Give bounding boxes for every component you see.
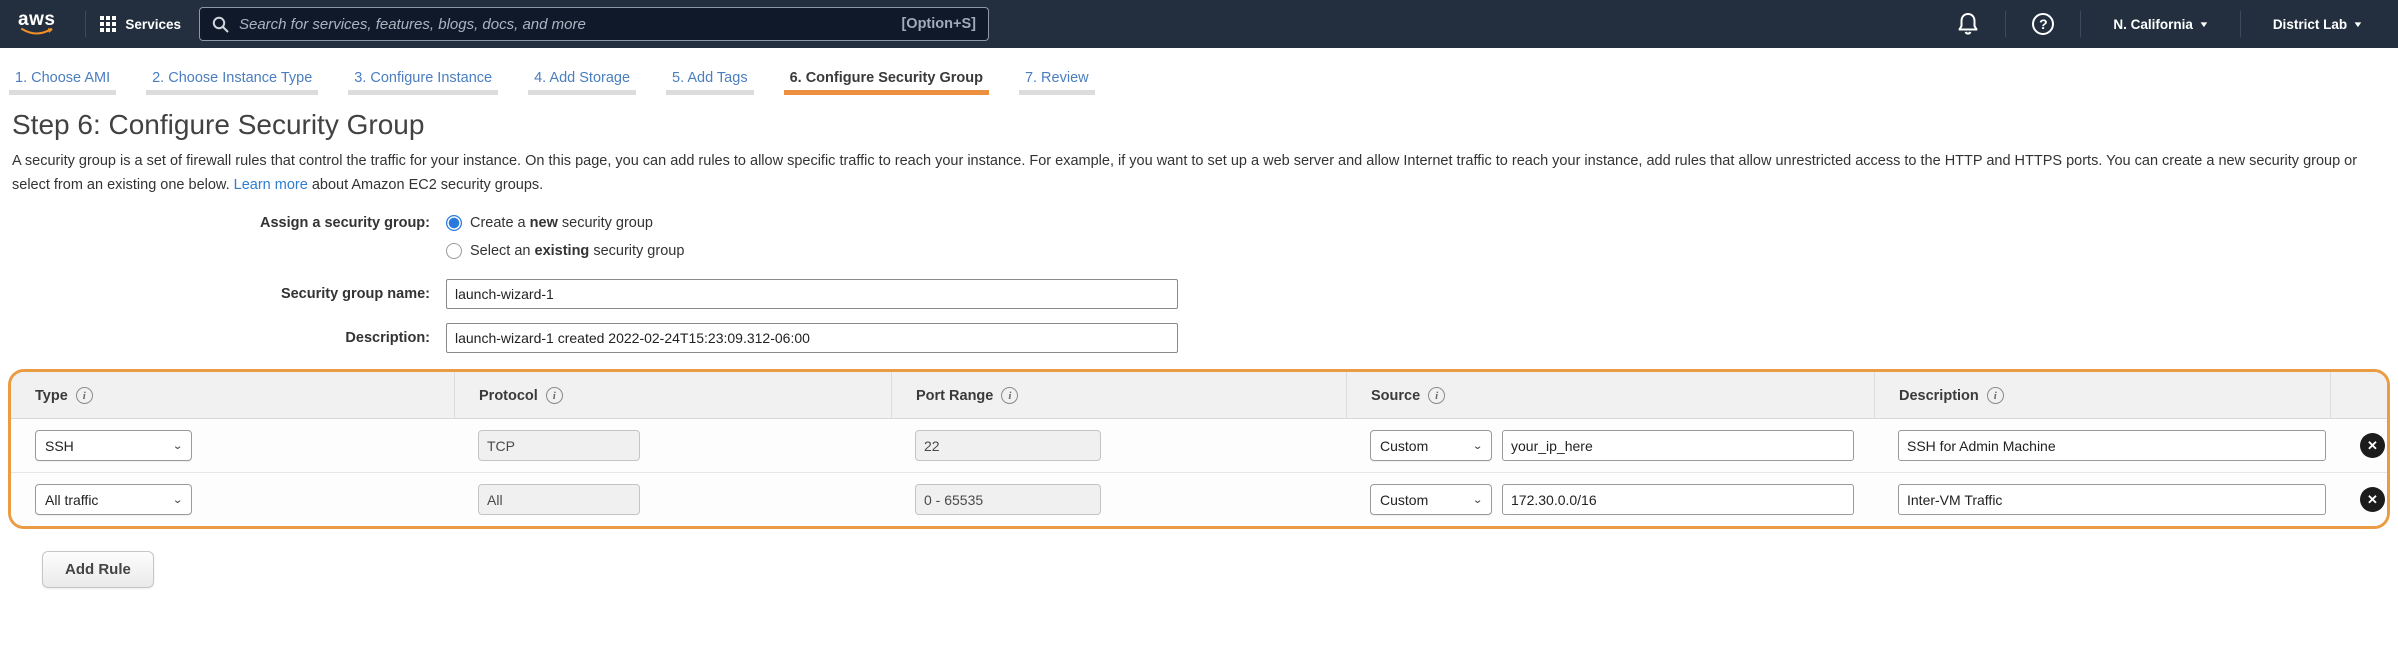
services-menu-button[interactable]: Services <box>100 16 181 32</box>
header-port-range: Port Range i <box>891 372 1346 418</box>
rule-source-mode-select[interactable]: Custom ⌄ <box>1370 430 1492 461</box>
delete-rule-button[interactable]: ✕ <box>2360 487 2385 512</box>
table-row: All traffic ⌄ Custom ⌄ ✕ <box>11 472 2387 526</box>
rules-table-header: Type i Protocol i Port Range i Source i … <box>11 372 2387 419</box>
header-type-label: Type <box>35 388 68 404</box>
top-navbar: aws Services [Option+S] ? <box>0 0 2398 48</box>
header-protocol-label: Protocol <box>479 388 538 404</box>
navbar-divider <box>85 11 86 37</box>
aws-smile-icon <box>20 28 54 37</box>
chevron-down-icon: ⌄ <box>172 493 183 506</box>
radio-select-existing-label[interactable]: Select an existing security group <box>470 243 684 259</box>
tab-review[interactable]: 7. Review <box>1025 70 1089 95</box>
header-description-label: Description <box>1899 388 1979 404</box>
delete-rule-button[interactable]: ✕ <box>2360 433 2385 458</box>
radio-create-pre: Create a <box>470 215 530 231</box>
info-icon[interactable]: i <box>546 387 563 404</box>
notifications-button[interactable] <box>1945 12 1991 36</box>
page-description-text2: about Amazon EC2 security groups. <box>308 177 543 193</box>
radio-create-post: security group <box>558 215 653 231</box>
rule-protocol-field <box>478 430 640 461</box>
search-shortcut-hint: [Option+S] <box>901 16 976 32</box>
aws-logo-text: aws <box>18 11 55 28</box>
search-input[interactable] <box>239 16 891 33</box>
security-group-form: Assign a security group: Create a new se… <box>12 215 2386 353</box>
chevron-down-icon: ⌄ <box>172 439 183 452</box>
rule-type-value: SSH <box>45 438 74 454</box>
security-group-description-input[interactable] <box>446 323 1178 353</box>
tab-add-tags[interactable]: 5. Add Tags <box>672 70 748 95</box>
rule-type-value: All traffic <box>45 492 98 508</box>
bell-icon <box>1957 12 1979 36</box>
region-label: N. California <box>2113 17 2193 32</box>
caret-down-icon: ▼ <box>2198 20 2209 29</box>
radio-create-bold: new <box>530 215 558 231</box>
radio-existing-post: security group <box>589 243 684 259</box>
grid-icon <box>100 16 116 32</box>
table-row: SSH ⌄ Custom ⌄ ✕ <box>11 419 2387 472</box>
chevron-down-icon: ⌄ <box>1472 439 1483 452</box>
assign-security-group-label: Assign a security group: <box>12 215 430 231</box>
rule-protocol-field <box>478 484 640 515</box>
rule-type-select[interactable]: All traffic ⌄ <box>35 484 192 515</box>
rule-source-mode-value: Custom <box>1380 438 1428 454</box>
account-menu[interactable]: District Lab ▼ <box>2255 17 2380 32</box>
header-port-range-label: Port Range <box>916 388 993 404</box>
aws-logo[interactable]: aws <box>18 11 55 37</box>
info-icon[interactable]: i <box>76 387 93 404</box>
radio-create-new-security-group[interactable] <box>446 215 462 231</box>
info-icon[interactable]: i <box>1001 387 1018 404</box>
services-label: Services <box>125 17 181 32</box>
description-label: Description: <box>12 330 430 346</box>
rule-source-mode-select[interactable]: Custom ⌄ <box>1370 484 1492 515</box>
wizard-step-tabs: 1. Choose AMI 2. Choose Instance Type 3.… <box>0 48 2398 95</box>
help-icon: ? <box>2032 13 2054 35</box>
rule-description-input[interactable] <box>1898 484 2326 515</box>
header-type: Type i <box>11 372 454 418</box>
radio-create-new-label[interactable]: Create a new security group <box>470 215 653 231</box>
header-source: Source i <box>1346 372 1874 418</box>
tab-configure-security-group[interactable]: 6. Configure Security Group <box>790 70 983 95</box>
header-source-label: Source <box>1371 388 1420 404</box>
region-selector[interactable]: N. California ▼ <box>2095 17 2225 32</box>
chevron-down-icon: ⌄ <box>1472 493 1483 506</box>
rule-port-range-field <box>915 430 1101 461</box>
add-rule-button[interactable]: Add Rule <box>42 551 154 588</box>
account-label: District Lab <box>2273 17 2347 32</box>
navbar-divider <box>2080 11 2081 37</box>
tab-configure-instance[interactable]: 3. Configure Instance <box>354 70 492 95</box>
tab-choose-ami[interactable]: 1. Choose AMI <box>15 70 110 95</box>
info-icon[interactable]: i <box>1987 387 2004 404</box>
navbar-divider <box>2005 11 2006 37</box>
rule-description-input[interactable] <box>1898 430 2326 461</box>
tab-choose-instance-type[interactable]: 2. Choose Instance Type <box>152 70 312 95</box>
global-search[interactable]: [Option+S] <box>199 7 989 41</box>
navbar-divider <box>2240 11 2241 37</box>
search-icon <box>212 16 229 33</box>
rule-source-input[interactable] <box>1502 430 1854 461</box>
rule-source-input[interactable] <box>1502 484 1854 515</box>
page-description: A security group is a set of firewall ru… <box>12 149 2386 197</box>
help-button[interactable]: ? <box>2020 13 2066 35</box>
page-title: Step 6: Configure Security Group <box>12 109 2386 141</box>
security-group-name-input[interactable] <box>446 279 1178 309</box>
header-protocol: Protocol i <box>454 372 891 418</box>
rule-type-select[interactable]: SSH ⌄ <box>35 430 192 461</box>
learn-more-link[interactable]: Learn more <box>234 177 308 193</box>
info-icon[interactable]: i <box>1428 387 1445 404</box>
rule-port-range-field <box>915 484 1101 515</box>
tab-add-storage[interactable]: 4. Add Storage <box>534 70 630 95</box>
header-description: Description i <box>1874 372 2330 418</box>
page-content: Step 6: Configure Security Group A secur… <box>0 95 2398 588</box>
caret-down-icon: ▼ <box>2352 20 2363 29</box>
security-rules-table: Type i Protocol i Port Range i Source i … <box>8 369 2390 529</box>
security-group-name-label: Security group name: <box>12 286 430 302</box>
radio-select-existing-security-group[interactable] <box>446 243 462 259</box>
radio-existing-pre: Select an <box>470 243 535 259</box>
radio-existing-bold: existing <box>535 243 590 259</box>
header-actions <box>2330 372 2387 418</box>
rule-source-mode-value: Custom <box>1380 492 1428 508</box>
